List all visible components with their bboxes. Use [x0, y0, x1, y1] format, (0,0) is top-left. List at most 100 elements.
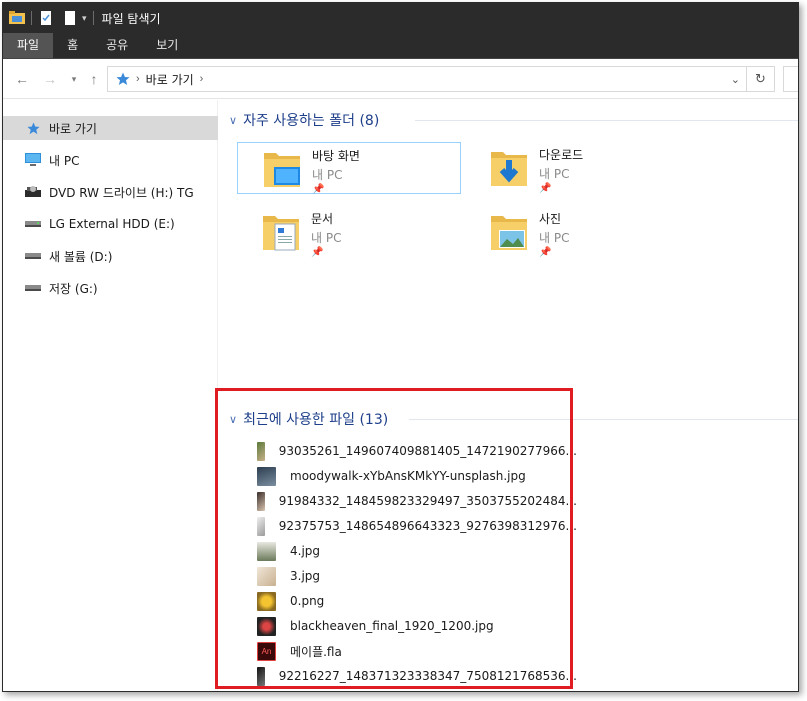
folder-name: 문서: [311, 212, 334, 226]
content-pane: ∨ 자주 사용하는 폴더 (8) 바탕 화면 내 PC 📌 다운로드 내 PC …: [219, 100, 798, 691]
sidebar-item-label: 내 PC: [49, 153, 80, 168]
up-arrow-icon[interactable]: ↑: [85, 69, 103, 89]
image-thumbnail: [257, 541, 276, 561]
list-item[interactable]: 4.jpg: [257, 540, 577, 562]
file-name: 92216227_148371323338347_7508121768536..…: [278, 669, 577, 683]
divider: [31, 11, 32, 25]
folder-location: 내 PC: [539, 167, 570, 181]
recent-files-header[interactable]: ∨ 최근에 사용한 파일 (13): [229, 409, 388, 429]
folder-name: 바탕 화면: [312, 149, 360, 163]
image-thumbnail: [257, 491, 265, 511]
sidebar-item-this-pc[interactable]: 내 PC: [3, 148, 218, 172]
address-bar[interactable]: › 바로 가기 › ⌄ ↻: [107, 66, 775, 92]
star-icon: [25, 121, 41, 135]
sidebar-item-storage[interactable]: 저장 (G:): [3, 276, 218, 300]
computer-icon: [25, 153, 41, 167]
list-item[interactable]: 0.png: [257, 590, 577, 612]
sidebar-item-quick-access[interactable]: 바로 가기: [3, 116, 218, 140]
file-name: 메이플.fla: [290, 644, 342, 659]
folder-name: 다운로드: [539, 148, 584, 162]
sidebar-item-new-volume[interactable]: 새 볼륨 (D:): [3, 244, 218, 268]
chevron-right-icon[interactable]: ›: [200, 73, 204, 85]
list-item[interactable]: moodywalk-xYbAnsKMkYY-unsplash.jpg: [257, 465, 577, 487]
image-thumbnail: [257, 616, 276, 636]
dvd-drive-icon: [25, 185, 41, 199]
sidebar-item-dvd-drive[interactable]: DVD RW 드라이브 (H:) TG: [3, 180, 218, 204]
folder-tile-documents[interactable]: 문서 내 PC 📌: [237, 206, 461, 258]
pin-icon: 📌: [311, 247, 324, 258]
list-item[interactable]: 91984332_148459823329497_3503755202484..…: [257, 490, 577, 512]
pin-icon: 📌: [539, 247, 552, 258]
refresh-icon[interactable]: ↻: [746, 67, 774, 91]
folder-tile-desktop[interactable]: 바탕 화면 내 PC 📌: [237, 142, 461, 195]
drive-icon: [25, 249, 41, 263]
file-explorer-window: ▾ 파일 탐색기 파일 홈 공유 보기 ← → ▾ ↑ › 바로 가기 › ⌄ …: [2, 2, 799, 692]
quick-access-dropdown-icon[interactable]: ▾: [82, 13, 87, 24]
pictures-folder-icon: [485, 208, 533, 256]
list-item[interactable]: 92375753_148654896643323_9276398312976..…: [257, 515, 577, 537]
folder-name: 사진: [539, 212, 562, 226]
downloads-folder-icon: [485, 144, 533, 192]
list-item[interactable]: 92216227_148371323338347_7508121768536..…: [257, 665, 577, 687]
file-name: 92375753_148654896643323_9276398312976..…: [278, 519, 577, 533]
image-thumbnail: [257, 566, 276, 586]
file-name: 91984332_148459823329497_3503755202484..…: [278, 494, 577, 508]
chevron-right-icon[interactable]: ›: [136, 73, 140, 85]
file-name: blackheaven_final_1920_1200.jpg: [290, 619, 494, 633]
breadcrumb[interactable]: 바로 가기: [146, 71, 194, 88]
new-folder-icon[interactable]: [62, 11, 78, 25]
title-bar: ▾ 파일 탐색기: [3, 3, 798, 33]
sidebar-item-label: 저장 (G:): [49, 281, 98, 296]
sidebar-item-label: LG External HDD (E:): [49, 217, 175, 231]
file-name: 4.jpg: [290, 544, 321, 558]
frequent-folders-header[interactable]: ∨ 자주 사용하는 폴더 (8): [229, 110, 379, 130]
forward-arrow-icon[interactable]: →: [41, 69, 59, 89]
file-name: 93035261_149607409881405_1472190277966..…: [278, 444, 577, 458]
star-icon: [116, 72, 130, 85]
folder-icon[interactable]: [9, 11, 25, 25]
sidebar-item-external-hdd[interactable]: LG External HDD (E:): [3, 212, 218, 236]
animate-file-icon: An: [257, 641, 276, 661]
documents-folder-icon: [257, 208, 305, 256]
group-title: 최근에 사용한 파일 (13): [243, 412, 389, 428]
group-divider: [415, 120, 798, 121]
ribbon-tabs: 파일 홈 공유 보기: [3, 33, 798, 58]
recent-locations-icon[interactable]: ▾: [65, 69, 83, 89]
folder-tile-pictures[interactable]: 사진 내 PC 📌: [465, 206, 689, 258]
folder-location: 내 PC: [311, 231, 342, 245]
list-item[interactable]: blackheaven_final_1920_1200.jpg: [257, 615, 577, 637]
file-name: 0.png: [290, 594, 325, 608]
pin-icon: 📌: [312, 184, 325, 195]
image-thumbnail: [257, 516, 265, 536]
list-item[interactable]: An 메이플.fla: [257, 640, 577, 662]
group-title: 자주 사용하는 폴더 (8): [243, 113, 380, 129]
chevron-down-icon[interactable]: ⌄: [731, 73, 740, 86]
sidebar-item-label: 바로 가기: [49, 121, 97, 136]
chevron-down-icon[interactable]: ∨: [229, 413, 237, 426]
back-arrow-icon[interactable]: ←: [13, 69, 31, 89]
tab-share[interactable]: 공유: [92, 33, 142, 58]
image-thumbnail: [257, 441, 265, 461]
folder-location: 내 PC: [539, 231, 570, 245]
image-thumbnail: [257, 591, 276, 611]
navigation-pane: 바로 가기 내 PC DVD RW 드라이브 (H:) TG LG Extern…: [3, 100, 218, 691]
sidebar-item-label: 새 볼륨 (D:): [49, 249, 113, 264]
chevron-down-icon[interactable]: ∨: [229, 114, 237, 127]
list-item[interactable]: 3.jpg: [257, 565, 577, 587]
group-divider: [409, 419, 798, 420]
properties-icon[interactable]: [38, 11, 54, 25]
desktop-folder-icon: [258, 145, 306, 193]
file-name: 3.jpg: [290, 569, 321, 583]
tab-view[interactable]: 보기: [142, 33, 192, 58]
tab-home[interactable]: 홈: [53, 33, 92, 58]
folder-tile-downloads[interactable]: 다운로드 내 PC 📌: [465, 142, 689, 194]
image-thumbnail: [257, 466, 276, 486]
drive-icon: [25, 217, 41, 231]
sidebar-item-label: DVD RW 드라이브 (H:) TG: [49, 185, 194, 200]
drive-icon: [25, 281, 41, 295]
tab-file[interactable]: 파일: [3, 33, 54, 58]
search-input[interactable]: [783, 66, 798, 92]
divider: [92, 11, 94, 25]
window-title: 파일 탐색기: [101, 11, 161, 26]
list-item[interactable]: 93035261_149607409881405_1472190277966..…: [257, 440, 577, 462]
